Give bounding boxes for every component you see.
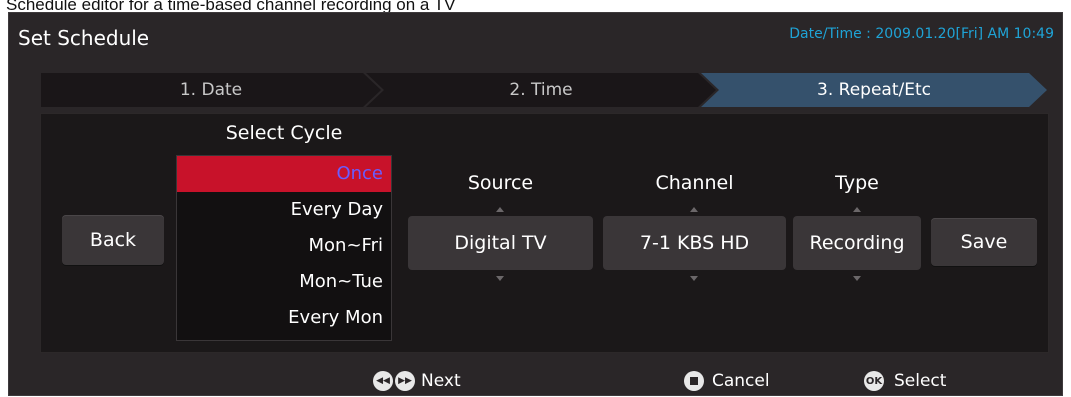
save-button[interactable]: Save: [931, 218, 1037, 266]
step-time[interactable]: 2. Time: [366, 73, 716, 107]
cycle-list[interactable]: Once Every Day Mon~Fri Mon~Tue Every Mon: [176, 155, 392, 341]
caption-text: Schedule editor for a time-based channel…: [6, 0, 456, 12]
step-bar: 1. Date 2. Time 3. Repeat/Etc: [41, 73, 1047, 107]
source-down-arrow-icon[interactable]: [496, 276, 504, 281]
page-title: Set Schedule: [18, 26, 150, 50]
source-selector[interactable]: Digital TV: [408, 216, 593, 270]
datetime-label: Date/Time :: [789, 26, 876, 42]
back-button[interactable]: Back: [62, 215, 164, 265]
stop-icon: [684, 371, 704, 391]
datetime-display: Date/Time : 2009.01.20[Fri] AM 10:49: [789, 26, 1054, 42]
cycle-option-mon-tue[interactable]: Mon~Tue: [177, 264, 391, 300]
cycle-heading: Select Cycle: [225, 122, 343, 144]
fast-forward-icon: ▶▶: [395, 371, 415, 391]
cancel-hint[interactable]: Cancel: [684, 371, 770, 391]
cycle-option-once[interactable]: Once: [177, 156, 391, 192]
ok-icon: OK: [864, 371, 884, 391]
step-date[interactable]: 1. Date: [41, 73, 381, 107]
source-up-arrow-icon[interactable]: [496, 207, 504, 212]
type-heading: Type: [835, 172, 879, 194]
schedule-form: Back Select Cycle Once Every Day Mon~Fri…: [40, 113, 1049, 353]
type-up-arrow-icon[interactable]: [853, 207, 861, 212]
cycle-option-every-mon[interactable]: Every Mon: [177, 300, 391, 336]
schedule-panel: Set Schedule Date/Time : 2009.01.20[Fri]…: [8, 12, 1063, 396]
source-heading: Source: [467, 172, 534, 194]
cancel-label: Cancel: [712, 371, 770, 391]
rewind-icon: ◀◀: [373, 371, 393, 391]
step-repeat-etc[interactable]: 3. Repeat/Etc: [701, 73, 1047, 107]
channel-heading: Channel: [655, 172, 734, 194]
type-selector[interactable]: Recording: [793, 216, 921, 270]
channel-up-arrow-icon[interactable]: [690, 207, 698, 212]
select-hint[interactable]: OK Select: [864, 371, 946, 391]
next-hint[interactable]: ◀◀ ▶▶ Next: [373, 371, 461, 391]
channel-selector[interactable]: 7-1 KBS HD: [603, 216, 786, 270]
type-down-arrow-icon[interactable]: [853, 276, 861, 281]
next-label: Next: [421, 371, 461, 391]
datetime-value: 2009.01.20[Fri] AM 10:49: [875, 26, 1054, 42]
cycle-option-every-day[interactable]: Every Day: [177, 192, 391, 228]
cycle-option-mon-fri[interactable]: Mon~Fri: [177, 228, 391, 264]
channel-down-arrow-icon[interactable]: [690, 276, 698, 281]
select-label: Select: [894, 371, 947, 391]
footer-hints: ◀◀ ▶▶ Next Cancel OK Select: [9, 365, 1064, 397]
